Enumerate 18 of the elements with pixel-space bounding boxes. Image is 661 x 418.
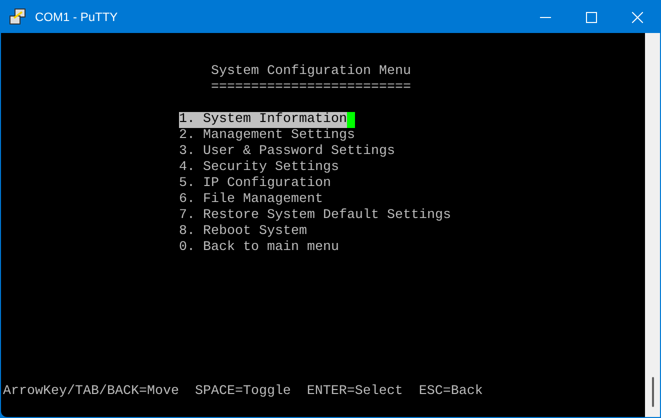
- menu-item[interactable]: 3. User & Password Settings: [179, 144, 395, 160]
- maximize-icon: [586, 12, 596, 22]
- menu-item[interactable]: 8. Reboot System: [179, 224, 307, 240]
- key-help: ArrowKey/TAB/BACK=Move SPACE=Toggle ENTER=Select ESC=Back: [3, 384, 483, 399]
- menu-item[interactable]: 6. File Management: [179, 192, 323, 208]
- computer-icon: [9, 8, 27, 26]
- minimize-icon: [540, 16, 550, 18]
- menu-item[interactable]: 4. Security Settings: [179, 160, 339, 176]
- menu-item[interactable]: 5. IP Configuration: [179, 176, 331, 192]
- menu-item[interactable]: 1. System Information: [179, 112, 347, 128]
- title-underline: =========================: [211, 80, 411, 95]
- close-icon: [632, 12, 642, 22]
- menu-item[interactable]: 2. Management Settings: [179, 128, 355, 144]
- menu-item[interactable]: 7. Restore System Default Settings: [179, 208, 451, 224]
- menu-item[interactable]: 0. Back to main menu: [179, 240, 339, 256]
- scrollbar-thumb[interactable]: [652, 377, 654, 407]
- menu-title: System Configuration Menu: [211, 64, 411, 79]
- window-title: COM1 - PuTTY: [35, 9, 118, 26]
